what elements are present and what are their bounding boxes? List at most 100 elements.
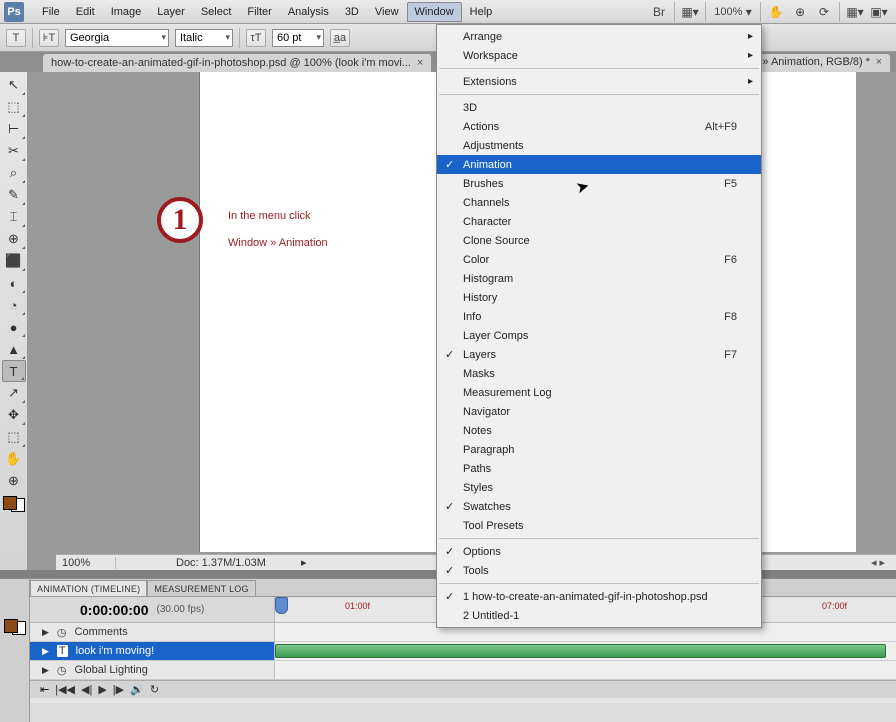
menu-item-options[interactable]: Options (437, 542, 761, 561)
window-menu-dropdown[interactable]: ArrangeWorkspace Extensions 3DActionsAlt+F… (436, 24, 762, 628)
tool-1[interactable]: ⬚ (2, 96, 26, 118)
menu-item-actions[interactable]: ActionsAlt+F9 (437, 117, 761, 136)
menu-item-swatches[interactable]: Swatches (437, 497, 761, 516)
close-icon[interactable]: × (417, 57, 423, 69)
font-style-combo[interactable]: Italic (175, 29, 233, 47)
tool-14[interactable]: ↗ (2, 382, 26, 404)
document-tab-active[interactable]: how-to-create-an-animated-gif-in-photosh… (43, 54, 431, 72)
menu-3d[interactable]: 3D (337, 2, 367, 22)
tool-18[interactable]: ⊕ (2, 470, 26, 492)
tool-11[interactable]: ● (2, 316, 26, 338)
antialias-icon[interactable]: a̲a (330, 29, 350, 47)
tool-13[interactable]: T (2, 360, 26, 382)
tool-4[interactable]: ⌕ (2, 162, 26, 184)
menu-item-paths[interactable]: Paths (437, 459, 761, 478)
tool-3[interactable]: ✂ (2, 140, 26, 162)
screen-mode-icon[interactable]: ▦▾ (681, 3, 699, 21)
app-logo: Ps (4, 2, 24, 22)
menu-item-brushes[interactable]: BrushesF5 (437, 174, 761, 193)
timeline-row-global-lighting[interactable]: ▶◷Global Lighting (30, 661, 275, 679)
tool-10[interactable]: ◔ (2, 294, 26, 316)
zoom-level-combo[interactable]: 100% ▾ (712, 3, 754, 21)
arrange-docs-icon[interactable]: ▦▾ (846, 3, 864, 21)
menu-item-navigator[interactable]: Navigator (437, 402, 761, 421)
annotation-text: In the menu clickWindow » Animation (228, 200, 328, 254)
menu-item-extensions[interactable]: Extensions (437, 72, 761, 91)
menu-select[interactable]: Select (193, 2, 240, 22)
tool-8[interactable]: ⬛ (2, 250, 26, 272)
play-button[interactable]: ▶ (98, 683, 106, 696)
tool-12[interactable]: ▲ (2, 338, 26, 360)
tab-measurement-log[interactable]: MEASUREMENT LOG (147, 580, 255, 596)
menu-item-2-untitled-1[interactable]: 2 Untitled-1 (437, 606, 761, 625)
menu-item-workspace[interactable]: Workspace (437, 46, 761, 65)
menu-item-3d[interactable]: 3D (437, 98, 761, 117)
menu-item-tools[interactable]: Tools (437, 561, 761, 580)
bridge-icon[interactable]: Br (650, 3, 668, 21)
tool-2[interactable]: ⊢ (2, 118, 26, 140)
menu-view[interactable]: View (367, 2, 407, 22)
timecode-display[interactable]: 0:00:00:00 (80, 602, 149, 618)
playhead[interactable] (275, 597, 288, 614)
timeline-clip[interactable] (275, 644, 886, 658)
menu-item-adjustments[interactable]: Adjustments (437, 136, 761, 155)
menu-item-info[interactable]: InfoF8 (437, 307, 761, 326)
document-tab-secondary[interactable]: » Animation, RGB/8) * × (754, 54, 890, 72)
tool-17[interactable]: ✋ (2, 448, 26, 470)
menu-item-color[interactable]: ColorF6 (437, 250, 761, 269)
menu-item-notes[interactable]: Notes (437, 421, 761, 440)
timeline-row-comments[interactable]: ▶◷Comments (30, 623, 275, 641)
menu-image[interactable]: Image (103, 2, 150, 22)
loop-button[interactable]: ↻ (150, 683, 159, 696)
menu-item-clone-source[interactable]: Clone Source (437, 231, 761, 250)
tool-9[interactable]: ◐ (2, 272, 26, 294)
toolbox: ↖⬚⊢✂⌕✎⌶⊕⬛◐◔●▲T↗✥⬚✋⊕ (0, 72, 28, 570)
font-size-combo[interactable]: 60 pt (272, 29, 324, 47)
menu-item-character[interactable]: Character (437, 212, 761, 231)
rewind-button[interactable]: |◀◀ (55, 683, 75, 696)
menu-item-tool-presets[interactable]: Tool Presets (437, 516, 761, 535)
font-size-icon: τT (246, 29, 266, 47)
menu-help[interactable]: Help (462, 2, 501, 22)
zoom-field[interactable]: 100% (56, 557, 116, 569)
menu-item-styles[interactable]: Styles (437, 478, 761, 497)
type-tool-icon[interactable]: T (6, 29, 26, 47)
menu-item-1-how-to-create-an-animated-gif-in-photoshop-psd[interactable]: 1 how-to-create-an-animated-gif-in-photo… (437, 587, 761, 606)
swatches[interactable] (3, 496, 25, 512)
menu-item-layer-comps[interactable]: Layer Comps (437, 326, 761, 345)
tool-0[interactable]: ↖ (2, 74, 26, 96)
next-frame-button[interactable]: |▶ (113, 683, 124, 696)
tool-6[interactable]: ⌶ (2, 206, 26, 228)
tool-16[interactable]: ⬚ (2, 426, 26, 448)
tool-15[interactable]: ✥ (2, 404, 26, 426)
audio-button[interactable]: 🔊 (130, 683, 144, 696)
font-family-combo[interactable]: Georgia (65, 29, 169, 47)
menu-filter[interactable]: Filter (239, 2, 279, 22)
tool-7[interactable]: ⊕ (2, 228, 26, 250)
menu-file[interactable]: File (34, 2, 68, 22)
menu-item-arrange[interactable]: Arrange (437, 27, 761, 46)
menu-item-histogram[interactable]: Histogram (437, 269, 761, 288)
menu-layer[interactable]: Layer (149, 2, 193, 22)
menu-item-masks[interactable]: Masks (437, 364, 761, 383)
menu-item-measurement-log[interactable]: Measurement Log (437, 383, 761, 402)
timeline-controls: ⇤ |◀◀ ◀| ▶ |▶ 🔊 ↻ (30, 680, 896, 698)
menu-item-paragraph[interactable]: Paragraph (437, 440, 761, 459)
menu-item-channels[interactable]: Channels (437, 193, 761, 212)
menu-item-history[interactable]: History (437, 288, 761, 307)
timeline-row-layer[interactable]: ▶Tlook i'm moving! (30, 642, 275, 660)
menu-analysis[interactable]: Analysis (280, 2, 337, 22)
screen-icon[interactable]: ▣▾ (870, 3, 888, 21)
tool-5[interactable]: ✎ (2, 184, 26, 206)
text-orientation-icon[interactable]: ⊧T (39, 29, 59, 47)
menu-item-animation[interactable]: Animation (437, 155, 761, 174)
zoom-icon[interactable]: ⊕ (791, 3, 809, 21)
menu-item-layers[interactable]: LayersF7 (437, 345, 761, 364)
menu-window[interactable]: Window (407, 2, 462, 22)
fps-display: (30.00 fps) (157, 604, 205, 615)
menu-edit[interactable]: Edit (68, 2, 103, 22)
rotate-view-icon[interactable]: ⟳ (815, 3, 833, 21)
tab-animation-timeline[interactable]: ANIMATION (TIMELINE) (30, 580, 147, 596)
prev-frame-button[interactable]: ◀| (81, 683, 92, 696)
hand-icon[interactable]: ✋ (767, 3, 785, 21)
